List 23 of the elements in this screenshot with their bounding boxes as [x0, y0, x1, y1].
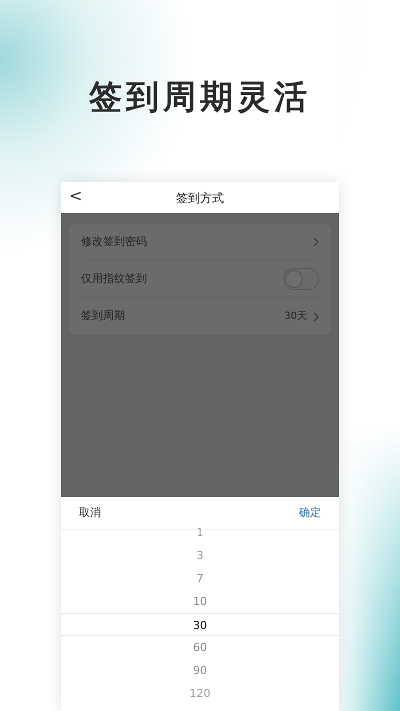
headline: 签到周期灵活 — [89, 76, 311, 118]
picker-option[interactable]: 1 — [61, 521, 339, 544]
toggle-switch[interactable] — [283, 268, 319, 290]
picker-option[interactable]: 10 — [61, 590, 339, 613]
settings-row[interactable]: 签到周期 30天 — [81, 298, 319, 335]
back-button[interactable]: < — [69, 186, 82, 206]
picker-option[interactable]: 90 — [61, 659, 339, 682]
picker-option[interactable]: 60 — [61, 636, 339, 659]
cancel-button[interactable]: 取消 — [79, 504, 101, 522]
settings-row[interactable]: 仅用指纹签到 — [81, 261, 319, 298]
picker-option[interactable]: 30 — [61, 613, 339, 636]
chevron-icon — [313, 312, 319, 322]
screen-title: 签到方式 — [176, 190, 224, 206]
picker-option[interactable]: 3 — [61, 544, 339, 567]
chevron-icon — [313, 237, 319, 247]
row-label: 仅用指纹签到 — [81, 270, 147, 287]
settings-row[interactable]: 修改签到密码 — [81, 224, 319, 261]
row-value: 30天 — [284, 310, 307, 324]
row-label: 修改签到密码 — [81, 234, 147, 250]
confirm-button[interactable]: 确定 — [299, 504, 321, 522]
picker-option[interactable]: 120 — [61, 682, 339, 705]
row-label: 签到周期 — [81, 308, 125, 324]
picker-option[interactable]: 7 — [61, 567, 339, 590]
